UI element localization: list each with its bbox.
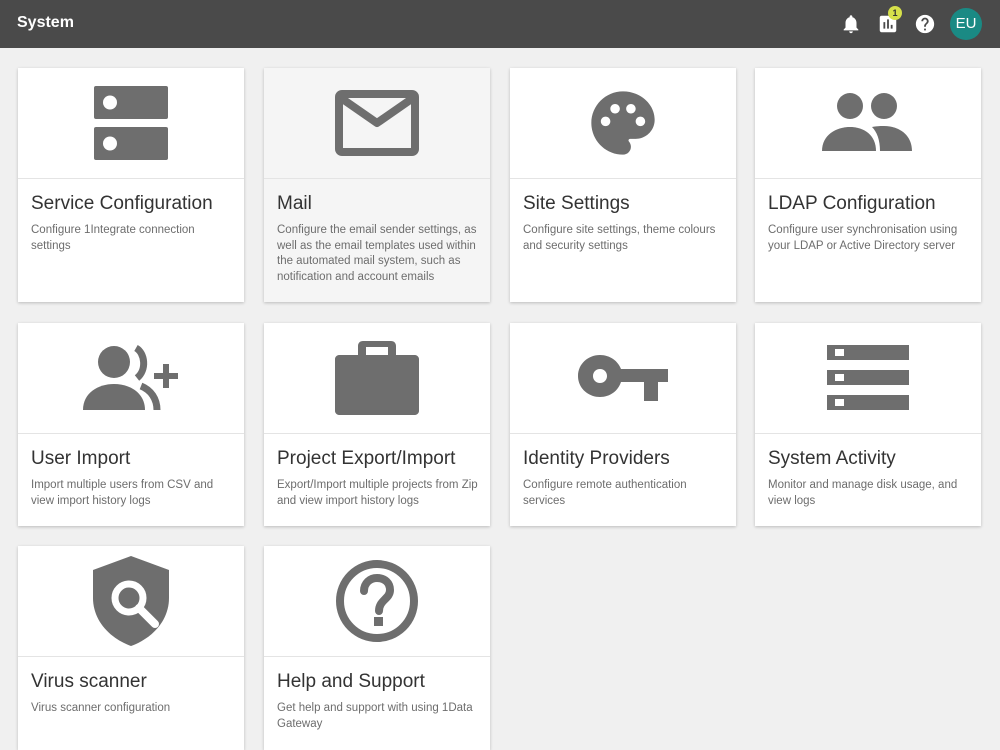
card-title: Virus scanner	[31, 671, 147, 692]
list-icon	[827, 345, 909, 410]
card-description: Configure remote authentication services	[523, 479, 687, 507]
card-user-import[interactable]: User Import Import multiple users from C…	[18, 323, 244, 526]
card-description: Configure 1Integrate connection settings	[31, 224, 195, 252]
card-site-settings[interactable]: Site Settings Configure site settings, t…	[510, 68, 736, 302]
notification-badge: 1	[888, 6, 902, 20]
bell-icon[interactable]	[840, 13, 862, 35]
card-description: Export/Import multiple projects from Zip…	[277, 479, 478, 507]
activity-chart-button[interactable]: 1	[877, 6, 902, 35]
card-identity-providers[interactable]: Identity Providers Configure remote auth…	[510, 323, 736, 526]
card-description: Import multiple users from CSV and view …	[31, 479, 214, 507]
card-description: Monitor and manage disk usage, and view …	[768, 479, 958, 507]
card-ldap-configuration[interactable]: LDAP Configuration Configure user synchr…	[755, 68, 981, 302]
avatar[interactable]: EU	[950, 8, 982, 40]
card-title: Help and Support	[277, 671, 425, 692]
card-title: Mail	[277, 193, 312, 214]
card-description: Configure site settings, theme colours a…	[523, 224, 716, 252]
group-add-icon	[83, 344, 178, 411]
card-title: Service Configuration	[31, 193, 213, 214]
mail-icon	[335, 90, 419, 156]
briefcase-icon	[335, 341, 419, 415]
key-icon	[578, 355, 668, 401]
card-description: Virus scanner configuration	[31, 702, 171, 714]
card-description: Configure user synchronisation using you…	[768, 224, 958, 252]
card-system-activity[interactable]: System Activity Monitor and manage disk …	[755, 323, 981, 526]
help-icon[interactable]	[914, 13, 936, 35]
card-description: Get help and support with using 1Data Ga…	[277, 702, 473, 730]
card-title: System Activity	[768, 448, 896, 469]
help-circle-icon	[336, 560, 418, 642]
page-title: System	[17, 14, 74, 31]
card-help-and-support[interactable]: Help and Support Get help and support wi…	[264, 546, 490, 750]
card-title: Identity Providers	[523, 448, 670, 469]
card-title: Site Settings	[523, 193, 630, 214]
card-title: LDAP Configuration	[768, 193, 936, 214]
card-virus-scanner[interactable]: Virus scanner Virus scanner configuratio…	[18, 546, 244, 750]
card-project-export-import[interactable]: Project Export/Import Export/Import mult…	[264, 323, 490, 526]
card-service-configuration[interactable]: Service Configuration Configure 1Integra…	[18, 68, 244, 302]
top-app-bar: System 1 EU	[0, 0, 1000, 48]
card-title: Project Export/Import	[277, 448, 456, 469]
palette-icon	[591, 91, 655, 155]
people-icon	[822, 93, 912, 151]
shield-search-icon	[93, 556, 169, 646]
card-description: Configure the email sender settings, as …	[277, 224, 477, 283]
card-mail[interactable]: Mail Configure the email sender settings…	[264, 68, 490, 302]
card-title: User Import	[31, 448, 131, 469]
server-icon	[94, 86, 168, 160]
